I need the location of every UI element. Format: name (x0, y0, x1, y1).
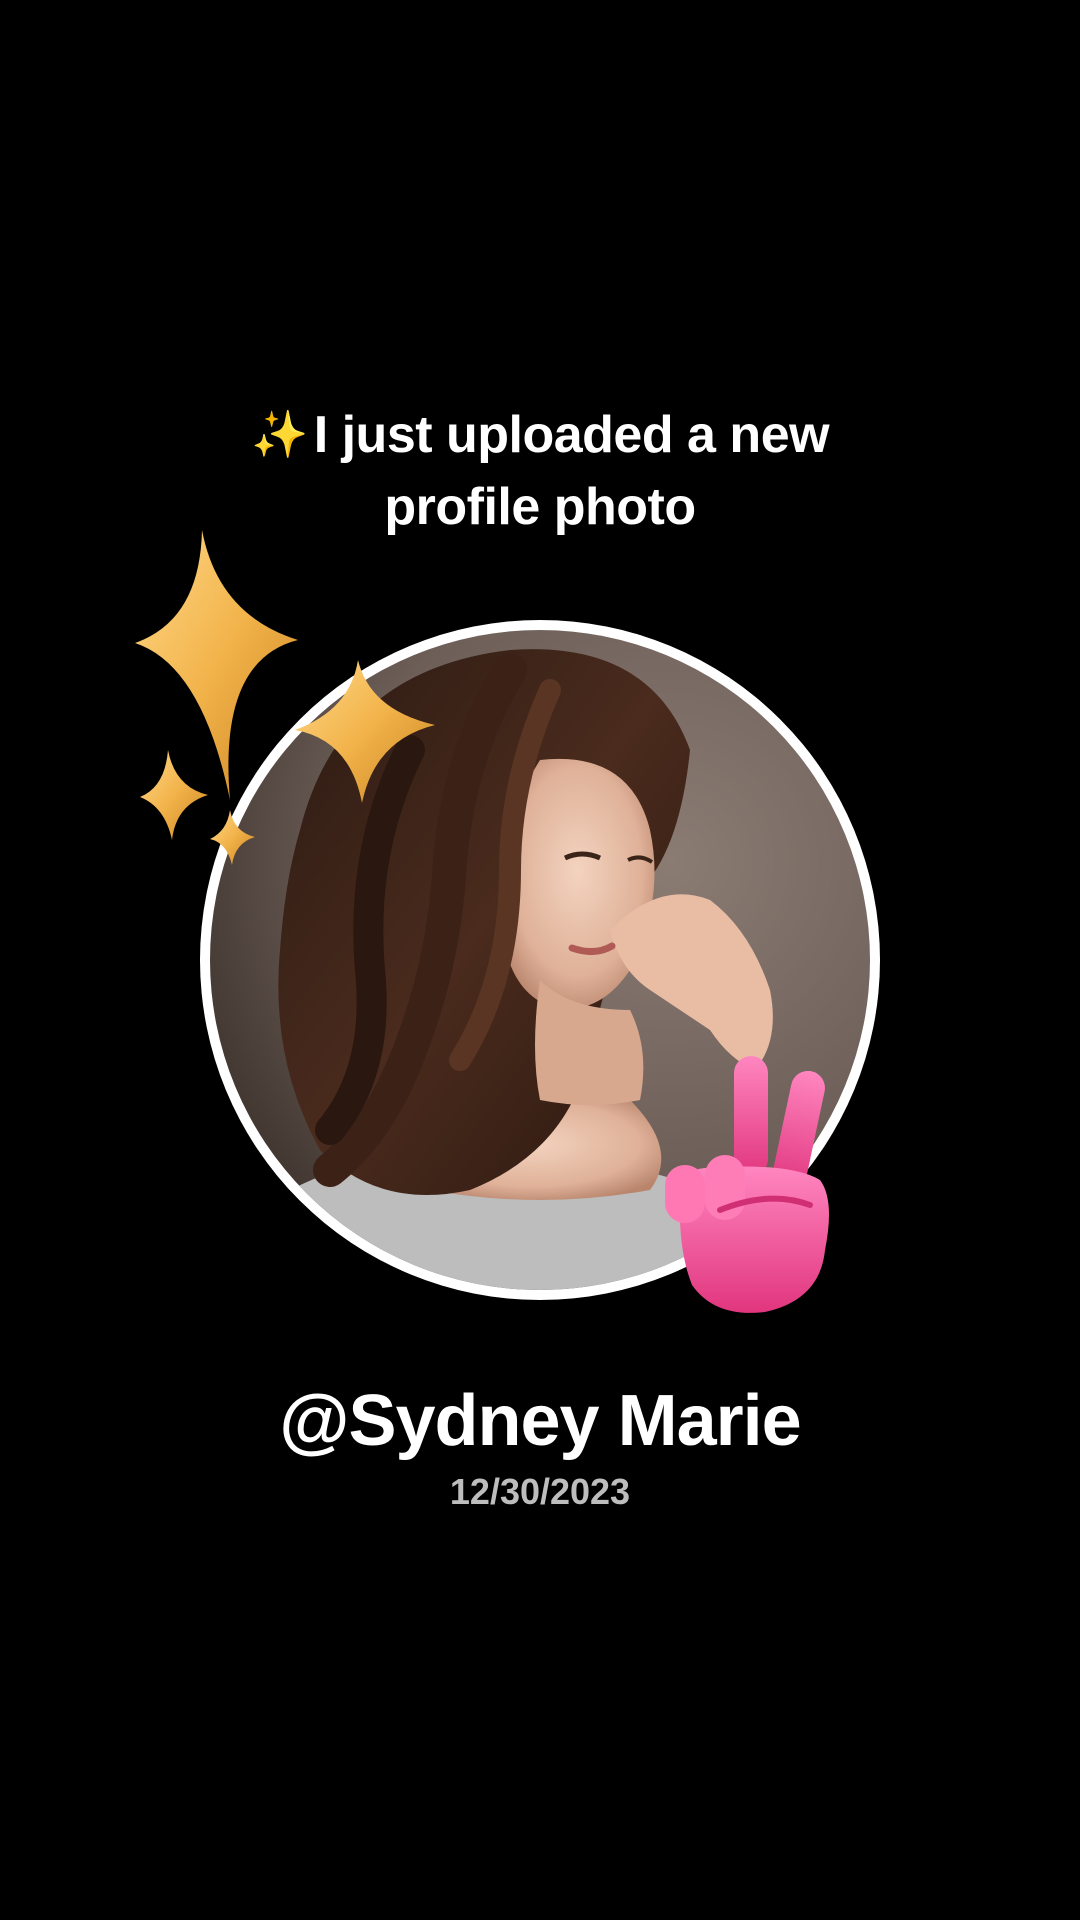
story-caption: ✨ I just uploaded a new profile photo (140, 398, 940, 543)
post-date: 12/30/2023 (449, 1471, 631, 1512)
sparkle-stars-icon (135, 530, 435, 865)
peace-sign-icon (665, 1056, 829, 1313)
profile-username[interactable]: @Sydney Marie (140, 1378, 940, 1464)
sparkles-emoji-icon: ✨ (250, 408, 308, 460)
caption-line-1: I just uploaded a new (313, 406, 830, 464)
story-screen: ✨ I just uploaded a new profile photo @S… (0, 0, 1080, 1920)
